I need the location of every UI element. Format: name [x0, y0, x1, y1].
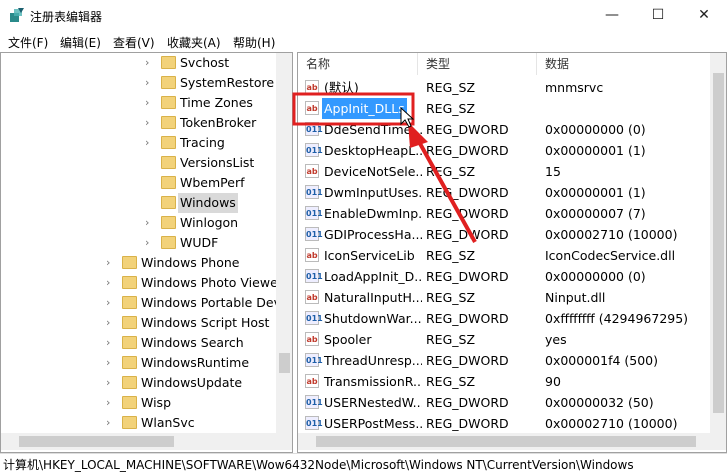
annotation-arrow	[416, 139, 477, 243]
annotation-overlay	[292, 92, 477, 243]
highlight-box	[292, 92, 415, 126]
